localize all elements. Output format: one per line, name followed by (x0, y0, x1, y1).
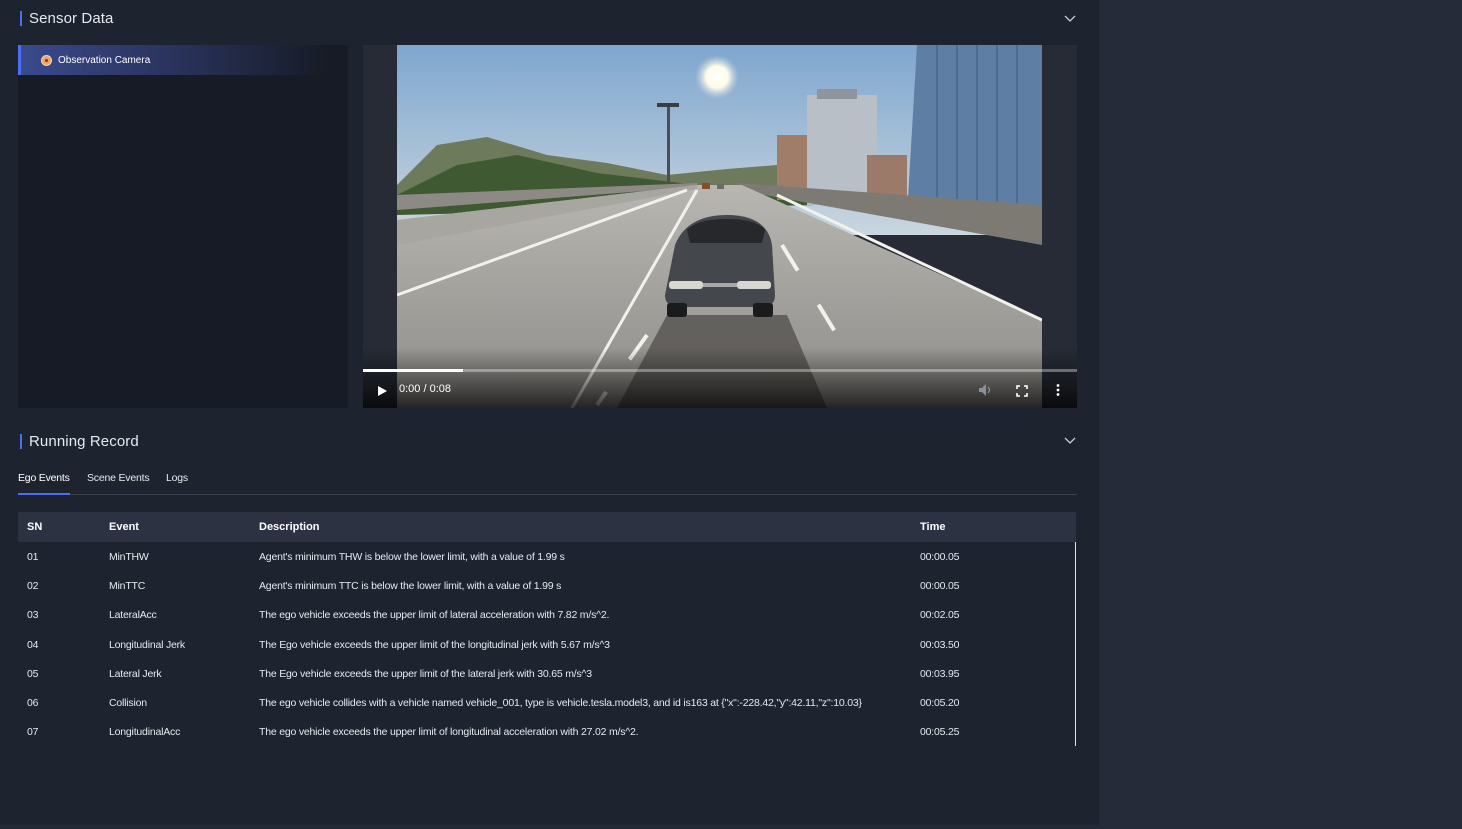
cell-time: 00:00.05 (920, 551, 960, 563)
table-row: 06 Collision The ego vehicle collides wi… (18, 688, 1076, 717)
collapse-chevron-icon[interactable] (1064, 12, 1076, 24)
volume-muted-icon[interactable] (978, 383, 994, 397)
table-row: 04 Longitudinal Jerk The Ego vehicle exc… (18, 630, 1076, 659)
camera-icon (41, 54, 52, 66)
more-options-icon[interactable] (1055, 383, 1061, 397)
table-row: 07 LongitudinalAcc The ego vehicle excee… (18, 717, 1076, 746)
section-accent-bar (20, 10, 22, 26)
cell-sn: 04 (27, 638, 39, 651)
cell-event: MinTHW (109, 551, 149, 563)
sensor-data-title: Sensor Data (29, 9, 114, 27)
camera-list: Observation Camera (18, 45, 348, 408)
cell-event: Collision (109, 696, 147, 709)
cell-description: The ego vehicle exceeds the upper limit … (259, 609, 610, 622)
video-progress-fill (363, 369, 463, 372)
table-scrollbar[interactable] (1075, 542, 1076, 746)
cell-description: The ego vehicle exceeds the upper limit … (259, 726, 639, 739)
cell-event: LateralAcc (109, 609, 157, 622)
column-header-time: Time (920, 521, 946, 533)
column-header-sn: SN (27, 521, 43, 533)
table-row: 02 MinTTC Agent's minimum TTC is below t… (18, 571, 1076, 600)
right-background (1099, 0, 1462, 829)
cell-description: The Ego vehicle exceeds the upper limit … (259, 667, 592, 680)
cell-time: 00:05.25 (920, 726, 960, 739)
camera-item-label: Observation Camera (58, 54, 151, 66)
fullscreen-icon[interactable] (1016, 384, 1028, 397)
cell-event: Longitudinal Jerk (109, 638, 185, 651)
video-time-readout: 0:00 / 0:08 (399, 383, 451, 395)
table-row: 03 LateralAcc The ego vehicle exceeds th… (18, 600, 1076, 629)
cell-sn: 05 (27, 667, 39, 680)
cell-event: MinTTC (109, 580, 146, 593)
table-header: SN Event Description Time (18, 512, 1076, 542)
running-record-title: Running Record (29, 432, 139, 450)
cell-description: The Ego vehicle exceeds the upper limit … (259, 638, 610, 651)
tab-ego-events[interactable]: Ego Events (18, 472, 70, 495)
cell-event: LongitudinalAcc (109, 726, 181, 739)
video-controls (363, 348, 1077, 408)
cell-time: 00:03.50 (920, 638, 960, 651)
cell-sn: 02 (27, 580, 39, 593)
cell-sn: 06 (27, 696, 39, 709)
table-row: 05 Lateral Jerk The Ego vehicle exceeds … (18, 659, 1076, 688)
record-tabs: Ego Events Scene Events Logs (18, 468, 1077, 495)
column-header-event: Event (109, 521, 139, 533)
cell-sn: 03 (27, 609, 39, 622)
video-progress-bar[interactable] (363, 369, 1077, 372)
table-row: 01 MinTHW Agent's minimum THW is below t… (18, 542, 1076, 571)
tab-scene-events[interactable]: Scene Events (87, 472, 150, 493)
cell-description: The ego vehicle collides with a vehicle … (259, 696, 862, 709)
column-header-description: Description (259, 521, 320, 533)
cell-time: 00:02.05 (920, 609, 960, 622)
tab-logs[interactable]: Logs (166, 472, 188, 493)
cell-description: Agent's minimum TTC is below the lower l… (259, 580, 562, 593)
section-accent-bar (20, 433, 22, 449)
cell-time: 00:03.95 (920, 667, 960, 680)
collapse-chevron-icon[interactable] (1064, 434, 1076, 446)
video-player[interactable]: 0:00 / 0:08 (363, 45, 1077, 408)
cell-time: 00:05.20 (920, 696, 960, 709)
camera-item-observation[interactable]: Observation Camera (18, 45, 328, 75)
table-body: 01 MinTHW Agent's minimum THW is below t… (18, 542, 1076, 746)
play-icon[interactable] (376, 384, 388, 396)
running-record-header: Running Record (20, 431, 139, 451)
ego-events-table: SN Event Description Time 01 MinTHW Agen… (18, 512, 1076, 746)
cell-sn: 07 (27, 726, 39, 739)
cell-time: 00:00.05 (920, 580, 960, 593)
cell-sn: 01 (27, 551, 39, 563)
sensor-data-header: Sensor Data (20, 8, 113, 28)
cell-description: Agent's minimum THW is below the lower l… (259, 551, 565, 563)
cell-event: Lateral Jerk (109, 667, 162, 680)
